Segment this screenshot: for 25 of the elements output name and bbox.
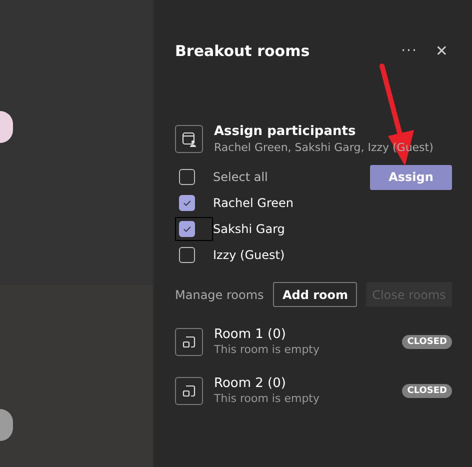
close-button[interactable]: ✕: [435, 42, 448, 60]
room-status: This room is empty: [214, 343, 320, 356]
checkbox[interactable]: [179, 169, 195, 185]
avatar: [0, 111, 13, 143]
room-name: Room 2 (0): [214, 376, 287, 391]
section-label: Manage rooms: [175, 288, 264, 302]
participant-name: Izzy (Guest): [213, 248, 285, 262]
room-status: This room is empty: [214, 392, 320, 405]
room-name: Room 1 (0): [214, 327, 287, 342]
room-icon: [175, 376, 203, 404]
panel-title: Breakout rooms: [175, 42, 311, 60]
status-badge: CLOSED: [402, 384, 452, 398]
add-room-button[interactable]: Add room: [273, 282, 357, 307]
checkbox[interactable]: [179, 195, 195, 211]
checkbox[interactable]: [179, 247, 195, 263]
assign-title: Assign participants: [214, 124, 357, 139]
room-icon: [175, 328, 203, 356]
participant-name: Rachel Green: [213, 196, 294, 210]
participant-name: Sakshi Garg: [213, 222, 285, 236]
more-options-button[interactable]: ···: [401, 43, 418, 59]
assign-icon: [175, 125, 203, 153]
status-badge: CLOSED: [402, 334, 452, 348]
checkbox[interactable]: [179, 221, 195, 237]
avatar: [0, 409, 13, 441]
checkbox-label: Select all: [213, 170, 269, 184]
